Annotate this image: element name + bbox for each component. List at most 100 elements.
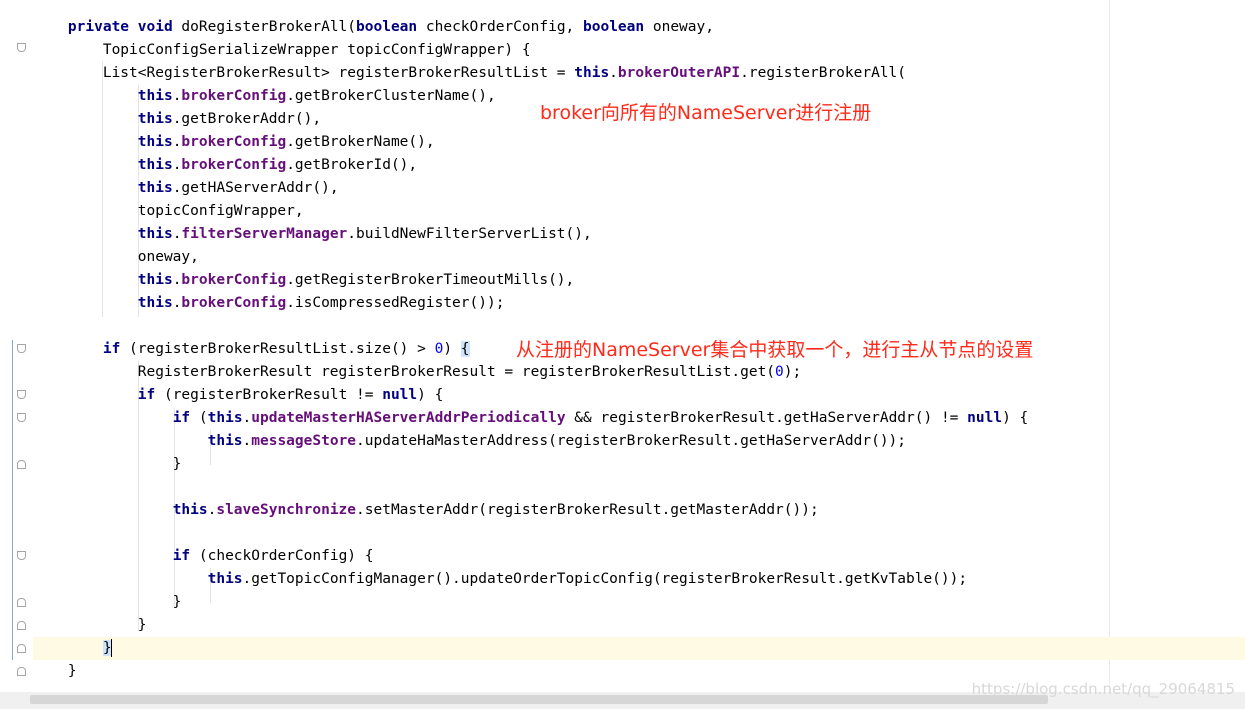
code-token: this <box>207 410 243 426</box>
code-line[interactable]: this.brokerConfig.getRegisterBrokerTimeo… <box>33 269 1245 292</box>
code-token: && registerBrokerResult.getHaServerAddr(… <box>565 410 968 426</box>
code-token: } <box>33 617 147 633</box>
code-token: TopicConfigSerializeWrapper topicConfigW… <box>33 42 531 58</box>
fold-marker-icon[interactable] <box>17 621 26 630</box>
code-line[interactable]: RegisterBrokerResult registerBrokerResul… <box>33 361 1245 384</box>
code-editor[interactable]: private void doRegisterBrokerAll(boolean… <box>0 0 1245 692</box>
code-line[interactable]: this.filterServerManager.buildNewFilterS… <box>33 223 1245 246</box>
code-line[interactable]: oneway, <box>33 246 1245 269</box>
code-line[interactable] <box>33 476 1245 499</box>
code-token: } <box>33 663 77 679</box>
code-token: this <box>172 502 208 518</box>
code-token: brokerConfig <box>181 157 287 173</box>
annotation-register-all: broker向所有的NameServer进行注册 <box>540 102 872 124</box>
code-token: brokerConfig <box>181 272 287 288</box>
code-token: this <box>137 111 173 127</box>
scope-indicator <box>12 340 13 660</box>
code-line[interactable]: this.brokerConfig.isCompressedRegister()… <box>33 292 1245 315</box>
code-token: .getTopicConfigManager().updateOrderTopi… <box>242 571 968 587</box>
code-token: RegisterBrokerResult registerBrokerResul… <box>33 364 776 380</box>
code-token: this <box>137 134 173 150</box>
code-token: } <box>33 594 182 610</box>
code-line[interactable]: } <box>33 453 1245 476</box>
code-line[interactable]: this.brokerConfig.getBrokerId(), <box>33 154 1245 177</box>
code-token: this <box>137 272 173 288</box>
code-line[interactable]: if (this.updateMasterHAServerAddrPeriodi… <box>33 407 1245 430</box>
code-token: .registerBrokerAll( <box>740 65 906 81</box>
code-token: ) { <box>417 387 444 403</box>
code-token: oneway, <box>33 249 199 265</box>
code-token: boolean <box>583 19 653 35</box>
code-token: .getBrokerName(), <box>286 134 435 150</box>
code-line[interactable]: this.brokerConfig.getBrokerName(), <box>33 131 1245 154</box>
code-token: updateMasterHAServerAddrPeriodically <box>251 410 566 426</box>
code-line[interactable]: private void doRegisterBrokerAll(boolean… <box>33 16 1245 39</box>
code-token: (checkOrderConfig) { <box>198 548 374 564</box>
code-token: this <box>207 571 243 587</box>
code-token: . <box>609 65 618 81</box>
code-token: .getBrokerId(), <box>286 157 418 173</box>
code-line[interactable]: this.messageStore.updateHaMasterAddress(… <box>33 430 1245 453</box>
code-token: if <box>137 387 164 403</box>
code-line[interactable]: } <box>33 614 1245 637</box>
code-line[interactable]: } <box>33 637 1245 660</box>
editor-gutter <box>0 0 33 692</box>
code-line[interactable]: topicConfigWrapper, <box>33 200 1245 223</box>
text-caret <box>111 639 112 657</box>
code-token: brokerConfig <box>181 134 287 150</box>
fold-marker-icon[interactable] <box>17 644 26 653</box>
code-token: slaveSynchronize <box>216 502 357 518</box>
scrollbar-thumb[interactable] <box>30 695 1048 704</box>
annotation-master-slave: 从注册的NameServer集合中获取一个，进行主从节点的设置 <box>516 339 1034 361</box>
code-token: ) <box>443 341 461 357</box>
code-token: . <box>242 410 252 426</box>
code-token: brokerOuterAPI <box>617 65 741 81</box>
fold-marker-icon[interactable] <box>17 390 26 399</box>
code-token: .getRegisterBrokerTimeoutMills(), <box>286 272 575 288</box>
code-line[interactable]: this.slaveSynchronize.setMasterAddr(regi… <box>33 499 1245 522</box>
code-token: .getBrokerClusterName(), <box>286 88 496 104</box>
code-line[interactable]: if (registerBrokerResult != null) { <box>33 384 1245 407</box>
code-token: boolean <box>356 19 426 35</box>
code-token: null <box>967 410 1003 426</box>
code-token: (registerBrokerResultList.size() > <box>129 341 435 357</box>
code-token: brokerConfig <box>181 88 287 104</box>
code-token: .getHAServerAddr(), <box>172 180 339 196</box>
code-line[interactable]: this.getTopicConfigManager().updateOrder… <box>33 568 1245 591</box>
code-token: . <box>242 433 252 449</box>
fold-marker-icon[interactable] <box>17 344 26 353</box>
fold-marker-icon[interactable] <box>17 667 26 676</box>
code-token: (registerBrokerResult != <box>163 387 383 403</box>
code-token: .isCompressedRegister()); <box>286 295 505 311</box>
code-line[interactable]: this.getHAServerAddr(), <box>33 177 1245 200</box>
code-token: 0 <box>775 364 784 380</box>
code-line[interactable]: List<RegisterBrokerResult> registerBroke… <box>33 62 1245 85</box>
code-token: filterServerManager <box>181 226 348 242</box>
fold-marker-icon[interactable] <box>17 551 26 560</box>
code-token: messageStore <box>251 433 357 449</box>
code-token: null <box>382 387 418 403</box>
fold-marker-icon[interactable] <box>17 43 26 52</box>
code-line[interactable]: TopicConfigSerializeWrapper topicConfigW… <box>33 39 1245 62</box>
code-token: ( <box>198 410 208 426</box>
fold-marker-icon[interactable] <box>17 460 26 469</box>
fold-marker-icon[interactable] <box>17 413 26 422</box>
code-line[interactable] <box>33 522 1245 545</box>
code-token: if <box>102 341 130 357</box>
code-line[interactable]: } <box>33 591 1245 614</box>
code-token: List<RegisterBrokerResult> registerBroke… <box>33 65 575 81</box>
fold-marker-icon[interactable] <box>17 598 26 607</box>
code-line[interactable]: if (checkOrderConfig) { <box>33 545 1245 568</box>
code-token: .updateHaMasterAddress(registerBrokerRes… <box>356 433 907 449</box>
